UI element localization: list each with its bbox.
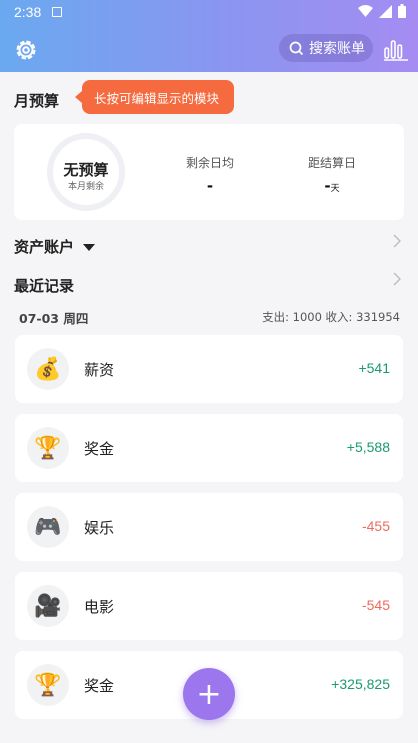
caret-down-icon: [83, 244, 96, 251]
app-header: 2:38 搜索账单: [0, 0, 418, 72]
settlement-label: 距结算日: [307, 156, 356, 170]
record-category: 娱乐: [84, 519, 115, 537]
money-bag-icon: 💰: [27, 348, 69, 390]
gamepad-icon: 🎮: [27, 506, 69, 548]
chevron-right-icon[interactable]: [391, 272, 403, 286]
edit-modules-tooltip: 长按可编辑显示的模块: [75, 80, 234, 114]
statistics-chart-icon[interactable]: [383, 36, 409, 62]
record-amount: +541: [358, 360, 390, 376]
daily-average-label: 剩余日均: [185, 156, 234, 170]
record-category: 奖金: [84, 677, 115, 695]
search-label: 搜索账单: [309, 41, 365, 57]
asset-accounts-title: 资产账户: [14, 238, 75, 256]
settlement-stat: 距结算日 -天: [296, 154, 368, 195]
record-item[interactable]: 💰 薪资 +541: [15, 335, 403, 403]
ring-main-text: 无预算: [63, 161, 109, 179]
monthly-budget-title: 月预算: [14, 92, 60, 110]
movie-camera-icon: 🎥: [27, 585, 69, 627]
day-totals: 支出: 1000 收入: 331954: [262, 310, 400, 324]
record-amount: -545: [361, 597, 390, 613]
record-item[interactable]: 🎥 电影 -545: [15, 572, 403, 640]
wifi-icon: [358, 5, 373, 17]
recent-records-title: 最近记录: [14, 277, 75, 295]
settlement-unit: 天: [330, 184, 340, 194]
budget-card[interactable]: 无预算 本月剩余 剩余日均 - 距结算日 -天: [14, 124, 404, 220]
add-record-button[interactable]: +: [183, 668, 235, 720]
search-icon: [289, 41, 304, 55]
record-amount: +325,825: [331, 676, 390, 692]
daily-average-stat: 剩余日均 -: [174, 154, 246, 195]
search-bill-button[interactable]: 搜索账单: [279, 34, 373, 62]
daily-average-value: -: [206, 177, 214, 195]
record-category: 奖金: [84, 440, 115, 458]
status-time: 2:38: [14, 4, 42, 20]
trophy-icon: 🏆: [27, 427, 69, 469]
notification-icon: [52, 7, 62, 17]
status-icons: [358, 4, 406, 18]
battery-icon: [398, 4, 406, 18]
settlement-value-line: -天: [296, 177, 368, 195]
signal-icon: [379, 4, 392, 18]
plus-icon: +: [196, 676, 222, 712]
asset-accounts-header[interactable]: 资产账户: [14, 236, 96, 257]
record-item[interactable]: 🎮 娱乐 -455: [15, 493, 403, 561]
record-category: 薪资: [84, 361, 115, 379]
trophy-icon: 🏆: [27, 664, 69, 706]
record-amount: -455: [361, 518, 390, 534]
chevron-right-icon[interactable]: [391, 234, 403, 248]
tooltip-text: 长按可编辑显示的模块: [94, 90, 220, 106]
settings-gear-icon[interactable]: [12, 36, 40, 64]
day-date: 07-03 周四: [19, 311, 89, 326]
status-bar: 2:38: [0, 0, 418, 24]
ring-sub-text: 本月剩余: [67, 182, 104, 192]
record-item[interactable]: 🏆 奖金 +5,588: [15, 414, 403, 482]
record-category: 电影: [84, 598, 115, 616]
record-amount: +5,588: [346, 439, 390, 455]
budget-ring: 无预算 本月剩余: [47, 133, 125, 211]
